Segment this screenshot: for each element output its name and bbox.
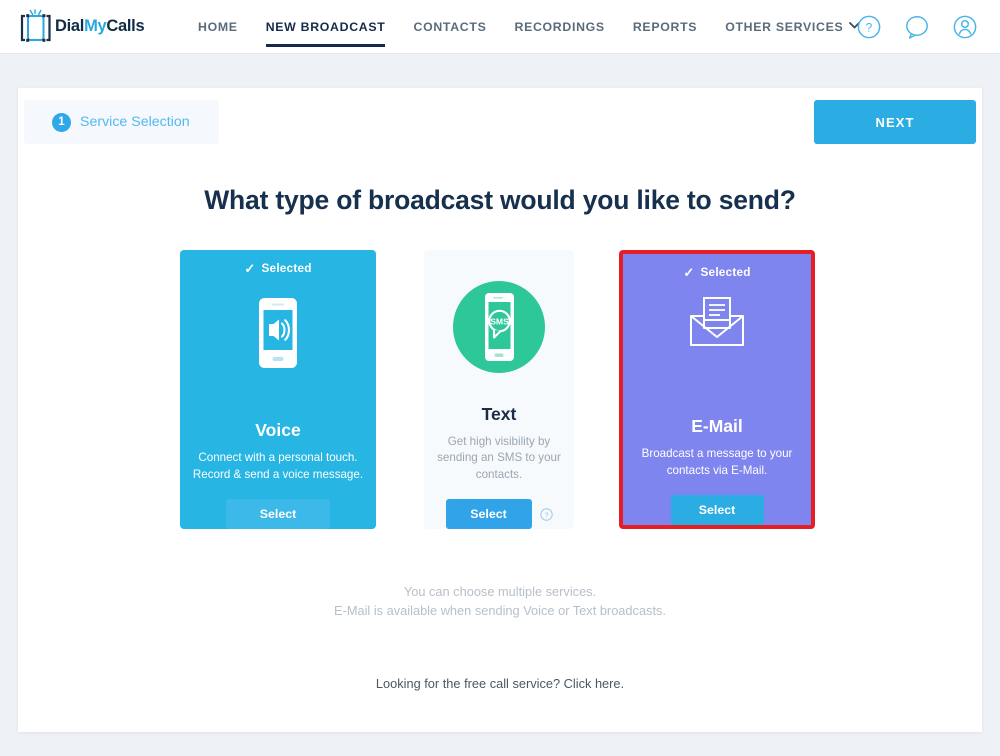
multi-service-note: You can choose multiple services. E-Mail…: [18, 583, 982, 620]
check-icon: ✓: [244, 260, 256, 276]
voice-button-row: Select: [180, 499, 376, 529]
nav-item-other-services-label: OTHER SERVICES: [725, 19, 844, 34]
next-button[interactable]: NEXT: [814, 100, 976, 144]
page-title: What type of broadcast would you like to…: [204, 185, 796, 215]
nav-item-recordings[interactable]: RECORDINGS: [514, 0, 604, 54]
voice-icon-wrap: [180, 281, 376, 390]
logo-wordmark: DialMyCalls: [55, 17, 145, 36]
card-email[interactable]: ✓ Selected E-Mail Broadcast a message to: [619, 250, 815, 529]
nav-item-new-broadcast[interactable]: NEW BROADCAST: [265, 0, 386, 54]
step-label: Service Selection: [80, 114, 190, 130]
email-card-description: Broadcast a message to your contacts via…: [641, 447, 793, 477]
nav-item-recordings-label: RECORDINGS: [514, 19, 605, 34]
user-account-icon[interactable]: [952, 14, 978, 40]
nav-item-other-services[interactable]: OTHER SERVICES: [725, 0, 861, 54]
nav-item-contacts[interactable]: CONTACTS: [413, 0, 486, 54]
step-service-selection[interactable]: 1 Service Selection: [24, 100, 219, 144]
svg-text:?: ?: [866, 21, 873, 35]
phone-sms-bubble-icon: SMS: [452, 280, 546, 379]
email-select-button[interactable]: Select: [670, 495, 764, 525]
primary-nav: HOME NEW BROADCAST CONTACTS RECORDINGS R…: [198, 0, 861, 54]
chat-bubble-icon[interactable]: [904, 14, 930, 40]
top-navbar: DialMyCalls HOME NEW BROADCAST CONTACTS …: [0, 0, 1000, 54]
text-card-title: Text: [481, 403, 517, 424]
note-line-1: You can choose multiple services.: [403, 584, 597, 599]
broadcast-type-card-group: ✓ Selected Voice Connect with a personal…: [180, 250, 840, 530]
text-button-row: Select ?: [424, 499, 574, 529]
phone-bracket-icon: [20, 9, 54, 45]
voice-selected-label: Selected: [261, 261, 312, 275]
open-envelope-letter-icon: [689, 296, 745, 353]
text-select-button[interactable]: Select: [445, 499, 532, 529]
phone-speaker-icon: [255, 296, 301, 375]
text-icon-wrap: SMS: [424, 278, 574, 382]
nav-item-home-label: HOME: [198, 19, 238, 34]
voice-card-description: Connect with a personal touch. Record & …: [192, 451, 364, 481]
note-line-2: E-Mail is available when sending Voice o…: [334, 602, 666, 618]
help-circle-icon[interactable]: ?: [856, 14, 882, 40]
text-card-description: Get high visibility by sending an SMS to…: [437, 434, 561, 481]
step-number-badge: 1: [52, 112, 71, 132]
card-voice[interactable]: ✓ Selected Voice Connect with a personal…: [180, 250, 376, 529]
voice-card-title: Voice: [255, 420, 301, 441]
nav-item-reports[interactable]: REPORTS: [633, 0, 697, 54]
svg-text:?: ?: [544, 510, 548, 519]
nav-item-reports-label: REPORTS: [632, 19, 698, 34]
nav-item-new-broadcast-label: NEW BROADCAST: [265, 19, 386, 34]
nav-icon-group: ?: [856, 0, 978, 54]
voice-select-button[interactable]: Select: [226, 499, 330, 529]
voice-selected-badge: ✓ Selected: [244, 261, 311, 275]
svg-text:SMS: SMS: [490, 317, 509, 327]
logo-text-my: My: [84, 17, 107, 35]
logo-text-dial: Dial: [55, 17, 85, 35]
email-button-row: Select: [623, 495, 811, 525]
nav-item-contacts-label: CONTACTS: [413, 19, 487, 34]
email-selected-label: Selected: [700, 265, 751, 279]
email-selected-badge: ✓ Selected: [683, 265, 750, 279]
email-icon-wrap: [623, 281, 811, 368]
card-text[interactable]: SMS Text Get high visibility by sending …: [424, 250, 574, 529]
check-icon: ✓: [683, 264, 695, 280]
nav-item-home[interactable]: HOME: [198, 0, 238, 54]
content-panel: 1 Service Selection NEXT What type of br…: [18, 88, 982, 732]
free-call-service-link[interactable]: Looking for the free call service? Click…: [18, 676, 982, 691]
help-circle-small-icon[interactable]: ?: [539, 507, 553, 521]
logo-text-calls: Calls: [106, 17, 145, 35]
brand-logo[interactable]: DialMyCalls: [20, 7, 150, 47]
email-card-title: E-Mail: [691, 416, 743, 437]
